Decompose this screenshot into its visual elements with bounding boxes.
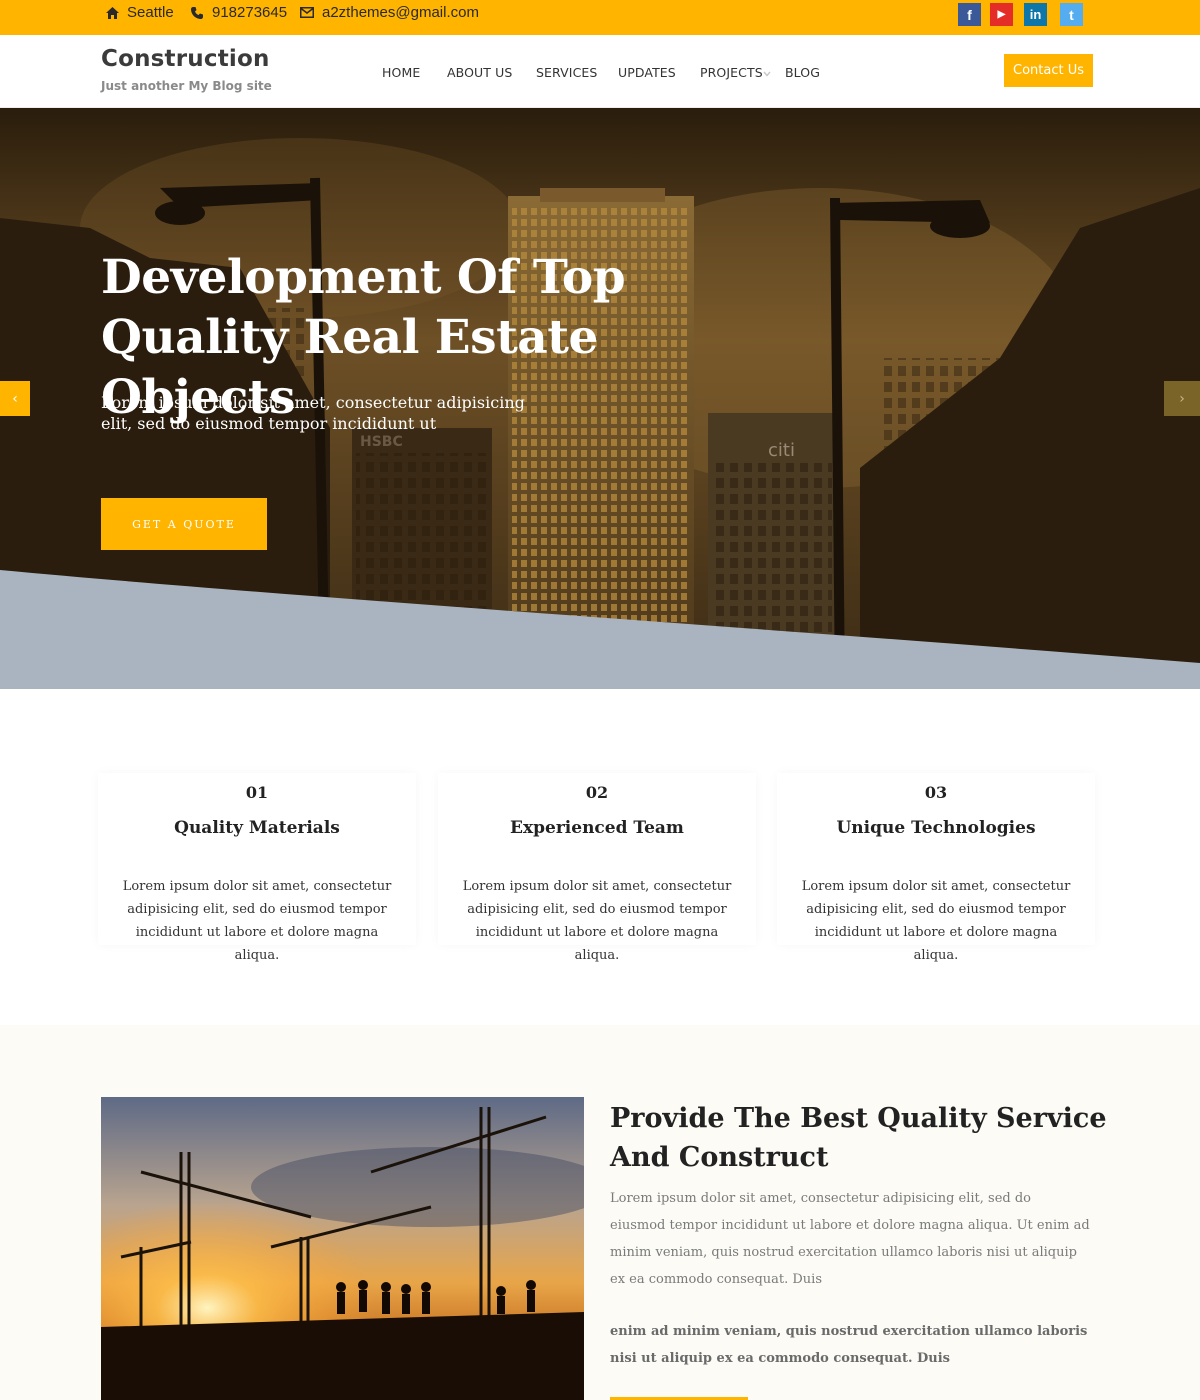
nav-home[interactable]: HOME (382, 65, 420, 80)
email-info: a2zthemes@gmail.com (300, 0, 479, 25)
feature-number: 01 (245, 783, 269, 802)
chevron-down-icon[interactable] (763, 71, 771, 77)
feature-text: Lorem ipsum dolor sit amet, consectetur … (801, 879, 1071, 963)
linkedin-icon[interactable]: in (1024, 3, 1047, 26)
slider-next-arrow-icon[interactable]: › (1164, 381, 1200, 416)
feature-title: Unique Technologies (836, 818, 1036, 838)
youtube-icon[interactable]: ▶ (990, 3, 1013, 26)
feature-card: 02 Experienced Team Lorem ipsum dolor si… (438, 773, 756, 963)
citi-sign: citi (768, 440, 795, 461)
location-text: Seattle (127, 4, 174, 21)
feature-card: 03 Unique Technologies Lorem ipsum dolor… (777, 773, 1095, 963)
home-icon (105, 6, 119, 20)
nav-projects[interactable]: PROJECTS (700, 65, 763, 80)
about-title: Provide The Best Quality Service And Con… (610, 1103, 1107, 1173)
phone-icon (190, 6, 204, 20)
feature-text: Lorem ipsum dolor sit amet, consectetur … (462, 879, 732, 963)
nav-about-us[interactable]: ABOUT US (447, 65, 512, 80)
nav-updates[interactable]: UPDATES (618, 65, 676, 80)
get-a-quote-button[interactable]: GET A QUOTE (101, 498, 267, 550)
construction-cranes-image (101, 1097, 584, 1400)
contact-us-button[interactable]: Contact Us (1004, 54, 1093, 87)
feature-title: Experienced Team (510, 818, 684, 838)
envelope-icon (300, 6, 314, 20)
feature-number: 02 (585, 783, 609, 802)
feature-text: Lorem ipsum dolor sit amet, consectetur … (122, 879, 392, 963)
twitter-icon[interactable]: t (1060, 3, 1083, 26)
facebook-icon[interactable]: f (958, 3, 981, 26)
site-tagline: Just another My Blog site (101, 79, 272, 93)
slider-prev-arrow-icon[interactable]: ‹ (0, 381, 30, 416)
email-text[interactable]: a2zthemes@gmail.com (322, 4, 479, 21)
feature-card: 01 Quality Materials Lorem ipsum dolor s… (98, 773, 416, 963)
phone-info: 918273645 (190, 0, 287, 25)
nav-blog[interactable]: BLOG (785, 65, 820, 80)
nav-services[interactable]: SERVICES (536, 65, 597, 80)
feature-number: 03 (924, 783, 948, 802)
feature-title: Quality Materials (174, 818, 340, 838)
hero-slider: HSBC citi Development Of Top Quality Rea… (0, 108, 1200, 689)
phone-text[interactable]: 918273645 (212, 4, 287, 21)
hero-subtitle: Lorem ipsum dolor sit amet, consectetur … (101, 393, 525, 433)
about-paragraph: Lorem ipsum dolor sit amet, consectetur … (610, 1191, 1090, 1287)
site-title[interactable]: Construction (101, 46, 270, 72)
hsbc-sign: HSBC (360, 434, 403, 450)
about-section: Provide The Best Quality Service And Con… (0, 1025, 1200, 1400)
location-info: Seattle (105, 0, 174, 25)
top-bar: Seattle 918273645 a2zthemes@gmail.com f … (0, 0, 1200, 35)
about-paragraph-bold: enim ad minim veniam, quis nostrud exerc… (610, 1324, 1088, 1366)
site-header: Construction Just another My Blog site H… (0, 35, 1200, 108)
